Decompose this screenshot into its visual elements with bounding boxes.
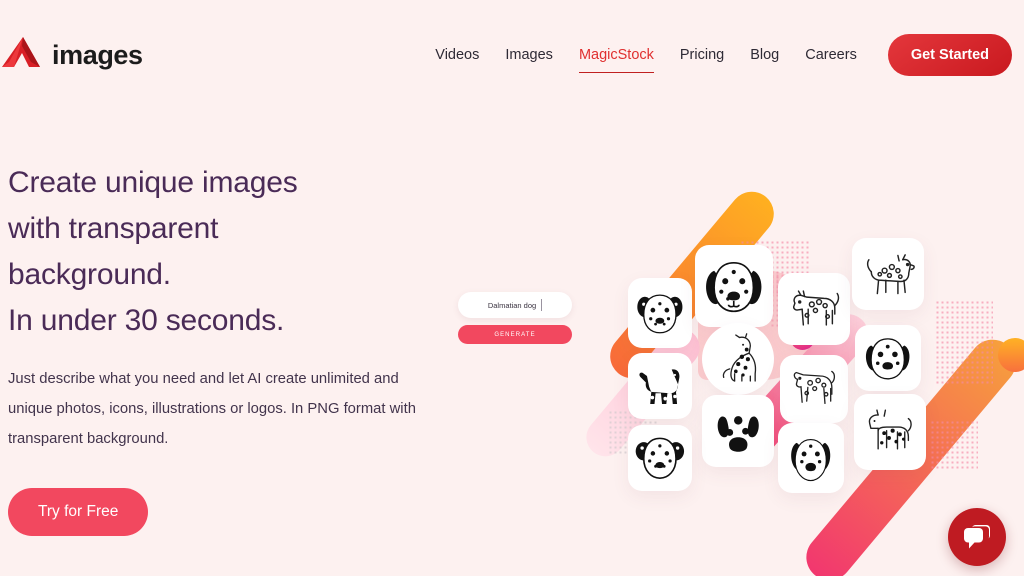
nav-item-magicstock[interactable]: MagicStock: [566, 41, 667, 73]
dalmatian-walking-lineart-icon: [794, 371, 836, 405]
collage-card-dalmatian-face-abstract[interactable]: [702, 395, 774, 467]
halftone-texture: [930, 420, 978, 470]
headline-line-4: In under 30 seconds.: [8, 304, 285, 337]
collage-card-dalmatian-face-floppy-ears[interactable]: [695, 245, 773, 327]
collage-card-dalmatian-standing-lineart[interactable]: [778, 273, 850, 345]
site-header: images Videos Images MagicStock Pricing …: [0, 0, 1024, 110]
collage-card-dalmatian-silhouette-spots[interactable]: [628, 353, 692, 419]
collage-card-dalmatian-face-dark-ears[interactable]: [778, 423, 844, 493]
collage-card-dalmatian-face-outline[interactable]: [628, 425, 692, 491]
image-collage: [440, 120, 1024, 576]
nav-item-pricing[interactable]: Pricing: [667, 41, 737, 69]
dalmatian-face-black-ears-icon: [637, 294, 683, 334]
generate-widget: Dalmatian dog GENERATE: [458, 292, 572, 344]
main-nav: Videos Images MagicStock Pricing Blog Ca…: [422, 34, 1024, 76]
try-for-free-button[interactable]: Try for Free: [8, 488, 149, 536]
hero-copy: Create unique images with transparent ba…: [8, 160, 448, 536]
nav-item-blog[interactable]: Blog: [737, 41, 792, 69]
collage-card-dalmatian-standing-lineart-alt[interactable]: [852, 238, 924, 310]
brand-logo[interactable]: images: [0, 33, 143, 77]
page-title: Create unique images with transparent ba…: [8, 160, 448, 344]
decorative-orange-dot: [998, 338, 1024, 372]
triangle-a-logo-icon: [2, 37, 40, 67]
dalmatian-face-floppy-ears-icon: [706, 261, 762, 312]
collage-card-dalmatian-face-black-ears[interactable]: [628, 278, 692, 348]
dalmatian-body-lineart-icon: [868, 409, 912, 450]
headline-line-2: with transparent: [8, 212, 219, 245]
collage-card-dalmatian-body-lineart[interactable]: [854, 394, 926, 470]
dalmatian-face-abstract-icon: [717, 415, 759, 452]
headline-line-3: background.: [8, 258, 171, 291]
chat-launcher-button[interactable]: [948, 508, 1006, 566]
hero-paragraph: Just describe what you need and let AI c…: [8, 371, 416, 447]
prompt-input[interactable]: Dalmatian dog: [458, 292, 572, 318]
chat-bubbles-icon: [964, 525, 990, 549]
halftone-texture: [935, 300, 993, 385]
headline-line-1: Create unique images: [8, 166, 298, 199]
landing-page: images Videos Images MagicStock Pricing …: [0, 0, 1024, 576]
dalmatian-sitting-circle-icon: [722, 332, 756, 382]
nav-item-images[interactable]: Images: [492, 41, 566, 69]
nav-item-careers[interactable]: Careers: [792, 41, 870, 69]
dalmatian-standing-lineart-alt-icon: [866, 253, 915, 295]
prompt-input-value: Dalmatian dog: [487, 300, 537, 310]
dalmatian-face-outline-icon: [635, 437, 685, 480]
dalmatian-silhouette-spots-icon: [639, 369, 680, 405]
dalmatian-face-dark-ears-icon: [791, 438, 831, 481]
collage-card-dalmatian-face-bold[interactable]: [855, 325, 921, 391]
text-caret: [541, 299, 543, 311]
collage-card-dalmatian-sitting-circle[interactable]: [702, 323, 774, 395]
brand-name: images: [52, 39, 143, 70]
collage-card-dalmatian-walking-lineart[interactable]: [780, 355, 848, 423]
nav-item-videos[interactable]: Videos: [422, 41, 492, 69]
dalmatian-standing-lineart-icon: [792, 290, 839, 326]
dalmatian-face-bold-icon: [866, 338, 910, 380]
generate-button[interactable]: GENERATE: [458, 325, 572, 344]
get-started-button[interactable]: Get Started: [887, 34, 1012, 76]
